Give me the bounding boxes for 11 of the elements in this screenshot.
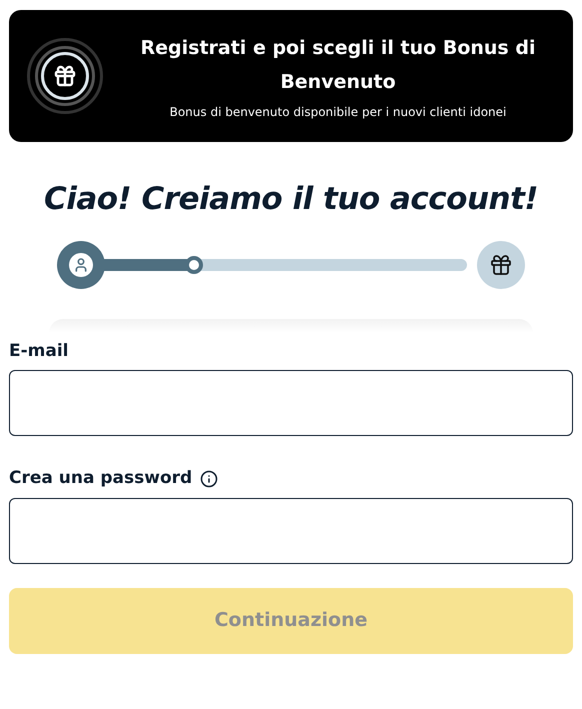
banner-title: Registrati e poi scegli il tuo Bonus di Benvenuto <box>140 36 536 95</box>
gift-icon <box>27 38 103 114</box>
field-label: Crea una password <box>9 467 192 490</box>
input-field[interactable] <box>9 370 573 436</box>
gift-step-icon <box>477 240 525 288</box>
info-icon[interactable] <box>200 470 218 488</box>
progress-handle <box>185 256 203 274</box>
page-heading: Ciao! Creiamo il tuo account! <box>44 180 538 219</box>
field-label: E-mail <box>9 340 69 362</box>
banner-subtitle: Bonus di benvenuto disponibile per i nuovi clienti idonei <box>170 104 506 121</box>
input-field[interactable] <box>9 498 573 564</box>
